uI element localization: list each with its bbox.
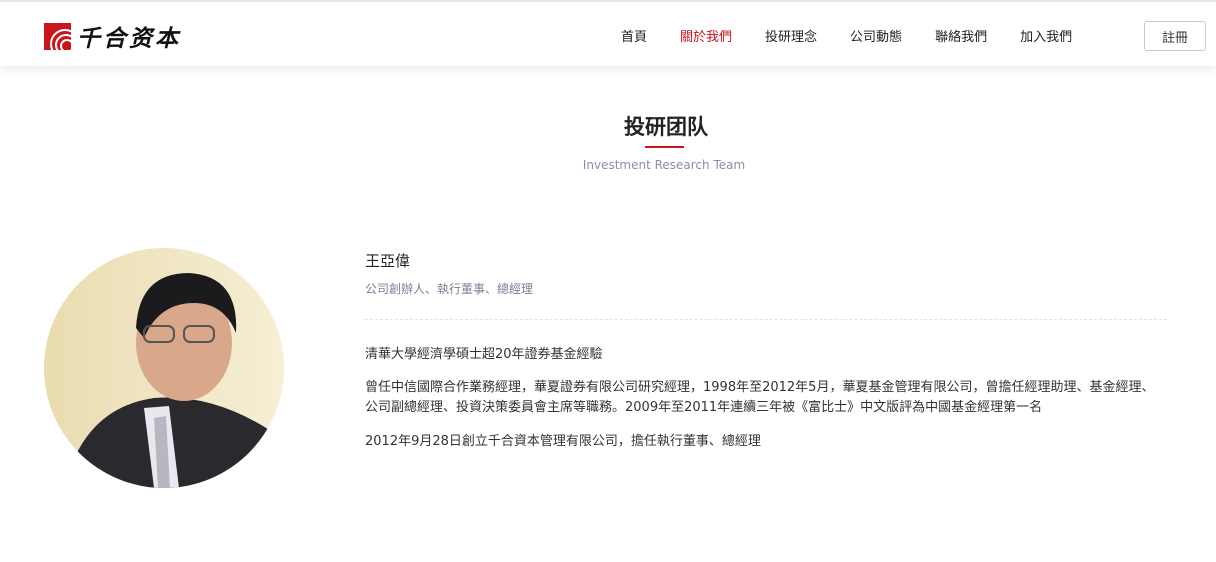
- profile-role: 公司創辦人、執行董事、總經理: [365, 282, 534, 296]
- nav-about[interactable]: 關於我們: [680, 26, 732, 45]
- logo-text: 千合资本: [77, 25, 181, 52]
- fingerprint-logo-icon: [44, 22, 71, 50]
- section-title: 投研团队: [624, 115, 708, 139]
- nav-contact[interactable]: 聯絡我們: [935, 26, 987, 45]
- bio-paragraph: 清華大學經濟學碩士超20年證券基金經驗: [365, 347, 603, 362]
- nav-join[interactable]: 加入我們: [1020, 26, 1072, 45]
- register-button[interactable]: 註冊: [1144, 21, 1206, 51]
- site-header: 千合资本 首頁 關於我們 投研理念 公司動態 聯絡我們 加入我們 註冊: [0, 0, 1216, 66]
- nav-news[interactable]: 公司動態: [850, 26, 902, 45]
- bio-paragraph: 2012年9月28日創立千合資本管理有限公司，擔任執行董事、總經理: [365, 434, 761, 449]
- divider: [365, 319, 1167, 320]
- main-nav: 首頁 關於我們 投研理念 公司動態 聯絡我們 加入我們: [621, 26, 1105, 45]
- profile-photo: [44, 248, 284, 488]
- nav-home[interactable]: 首頁: [621, 26, 647, 45]
- logo[interactable]: 千合资本: [44, 19, 181, 53]
- bio-paragraph: 曾任中信國際合作業務經理，華夏證券有限公司研究經理，1998年至2012年5月，…: [365, 380, 1155, 415]
- section-subtitle: Investment Research Team: [582, 158, 746, 172]
- profile-name: 王亞偉: [365, 252, 411, 270]
- nav-philosophy[interactable]: 投研理念: [765, 26, 817, 45]
- title-underline: [645, 146, 684, 148]
